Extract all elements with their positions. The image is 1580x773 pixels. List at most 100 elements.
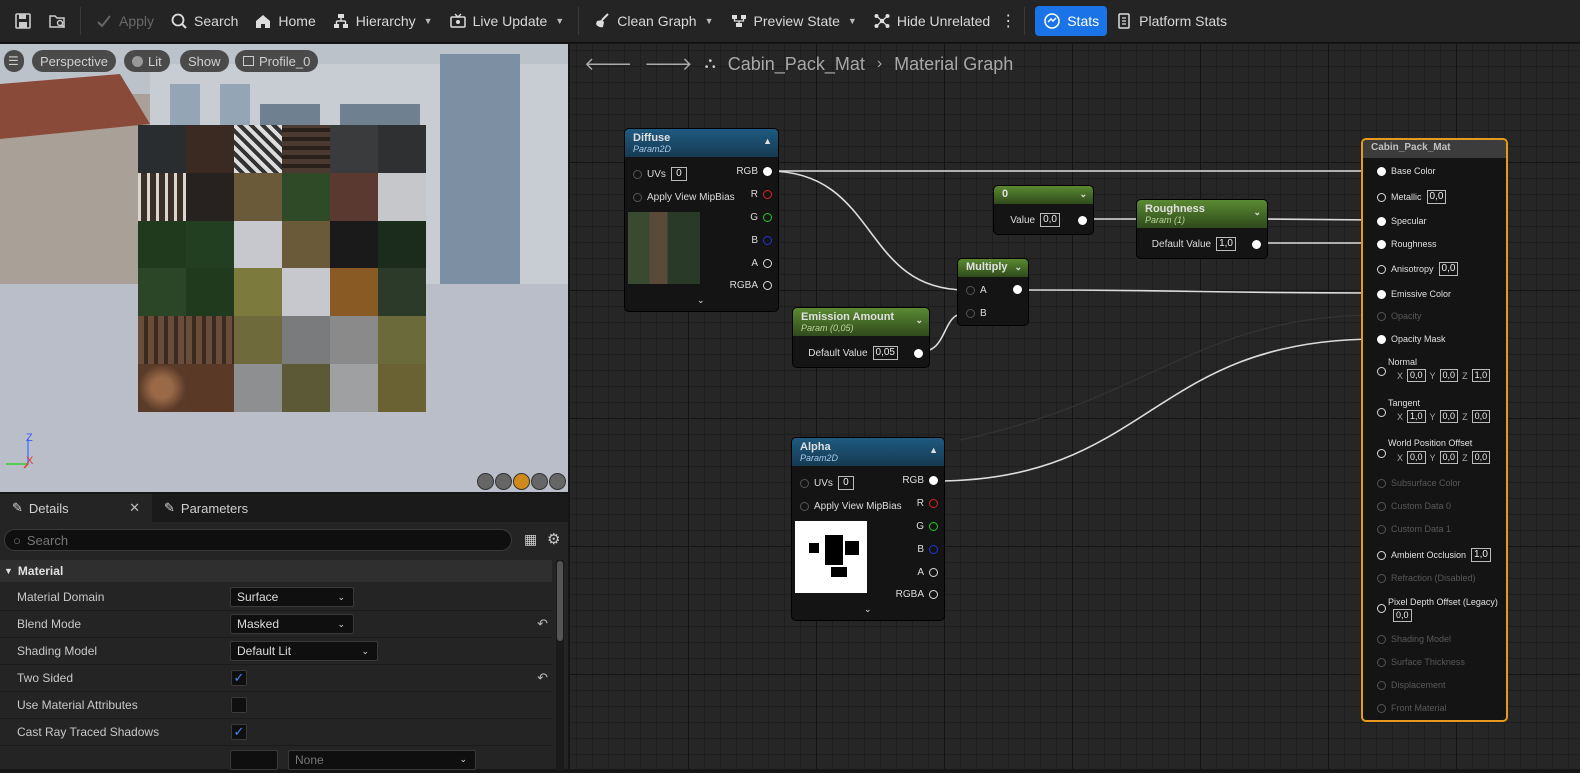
table-view-icon[interactable]: ▦ <box>524 531 537 548</box>
expand-chevron-icon[interactable]: ⌄ <box>864 604 872 615</box>
shading-model-dropdown[interactable]: Default Lit ⌄ <box>230 641 378 661</box>
collapse-chevron-icon[interactable]: ⌄ <box>1079 189 1087 200</box>
viewport-menu-button[interactable]: ☰ <box>4 50 24 72</box>
partial-field[interactable] <box>230 749 278 770</box>
normal-x[interactable]: 0,0 <box>1407 369 1426 382</box>
ambient-occlusion-pin[interactable]: Ambient Occlusion 1,0 <box>1377 548 1491 562</box>
roughness-param-node[interactable]: Roughness Param (1) ⌄ Default Value 1,0 <box>1137 200 1267 258</box>
diffuse-texture-node[interactable]: Diffuse Param2D ▲ UVs 0 Apply View MipBias … <box>625 129 778 311</box>
gear-icon[interactable]: ⚙ <box>547 530 560 548</box>
multiply-output-pin[interactable] <box>1013 285 1022 294</box>
collapse-chevron-icon[interactable]: ▲ <box>929 445 938 455</box>
profile-button[interactable]: Profile_0 <box>235 50 319 72</box>
forward-arrow-icon[interactable]: 🡒 <box>644 54 692 75</box>
reset-arrow-icon[interactable]: ↶ <box>537 670 548 686</box>
rgba-output-pin[interactable]: RGBA <box>730 280 772 291</box>
metallic-value[interactable]: 0,0 <box>1426 190 1447 204</box>
specular-pin[interactable]: Specular <box>1377 216 1427 226</box>
material-result-node[interactable]: Cabin_Pack_Mat Base Color Metallic 0,0 Sp… <box>1361 138 1508 722</box>
rgb-output-pin[interactable]: RGB <box>902 475 938 486</box>
emission-amount-param-node[interactable]: Emission Amount Param (0,05) ⌄ Default Val… <box>793 308 929 367</box>
more-options-button[interactable]: ⋮ <box>998 6 1018 36</box>
cube-preview-icon[interactable] <box>531 473 548 490</box>
normal-y[interactable]: 0,0 <box>1439 369 1459 382</box>
tangent-pin-icon[interactable] <box>1377 408 1386 417</box>
live-update-button[interactable]: Live Update ▼ <box>441 6 573 36</box>
normal-z[interactable]: 1,0 <box>1471 369 1491 382</box>
world-position-offset-pin[interactable]: World Position Offset <box>1377 438 1472 448</box>
roughness-pin[interactable]: Roughness <box>1377 239 1437 249</box>
g-output-pin[interactable]: G <box>750 212 772 223</box>
scrollbar-thumb[interactable] <box>557 561 563 641</box>
default-value-output-pin[interactable]: Default Value 1,0 <box>1152 237 1261 251</box>
default-value-field[interactable]: 0,05 <box>872 346 898 360</box>
pixel-depth-offset-pin-icon[interactable] <box>1377 604 1386 613</box>
constant-node[interactable]: 0 ⌄ Value 0,0 <box>994 186 1093 234</box>
value-output-pin[interactable]: Value 0,0 <box>1010 213 1087 227</box>
alpha-texture-node[interactable]: Alpha Param2D ▲ UVs 0 Apply View MipBias RG… <box>792 438 944 620</box>
a-output-pin[interactable]: A <box>917 567 938 578</box>
uvs-input-pin[interactable]: UVs 0 <box>800 476 854 490</box>
save-button[interactable] <box>6 6 40 36</box>
mipbias-input-pin[interactable]: Apply View MipBias <box>633 192 735 203</box>
tangent-pin[interactable]: Tangent <box>1377 398 1420 408</box>
emissive-color-pin[interactable]: Emissive Color <box>1377 289 1451 299</box>
blend-mode-dropdown[interactable]: Masked ⌄ <box>230 614 354 634</box>
material-category-header[interactable]: ▼ Material <box>0 560 552 582</box>
wpo-z[interactable]: 0,0 <box>1471 451 1491 464</box>
hierarchy-button[interactable]: Hierarchy ▼ <box>324 6 441 36</box>
base-color-pin[interactable]: Base Color <box>1377 166 1436 176</box>
lit-button[interactable]: Lit <box>124 50 170 72</box>
partial-dropdown[interactable]: None ⌄ <box>288 749 476 770</box>
r-output-pin[interactable]: R <box>917 498 938 509</box>
breadcrumb-asset[interactable]: Cabin_Pack_Mat <box>728 54 865 75</box>
rgb-output-pin[interactable]: RGB <box>736 166 772 177</box>
perspective-button[interactable]: Perspective <box>32 50 116 72</box>
b-output-pin[interactable]: B <box>751 235 772 246</box>
apply-button[interactable]: Apply <box>87 6 162 36</box>
details-search-input[interactable]: ○ Search <box>4 529 512 551</box>
platform-stats-button[interactable]: Platform Stats <box>1107 6 1235 36</box>
preview-viewport[interactable]: ☰ Perspective Lit Show Profile_0 Z X <box>0 44 568 492</box>
teapot-preview-icon[interactable] <box>549 473 566 490</box>
ambient-occlusion-value[interactable]: 1,0 <box>1471 548 1491 562</box>
hide-unrelated-button[interactable]: Hide Unrelated <box>865 6 998 36</box>
r-output-pin[interactable]: R <box>751 189 772 200</box>
cylinder-preview-icon[interactable] <box>477 473 494 490</box>
mipbias-input-pin[interactable]: Apply View MipBias <box>800 501 902 512</box>
wpo-x[interactable]: 0,0 <box>1407 451 1426 464</box>
default-value-output-pin[interactable]: Default Value 0,05 <box>808 346 923 360</box>
normal-pin[interactable]: Normal <box>1377 357 1417 367</box>
tangent-z[interactable]: 0,0 <box>1471 410 1491 423</box>
search-button[interactable]: Search <box>162 6 246 36</box>
collapse-chevron-icon[interactable]: ▲ <box>763 136 772 146</box>
b-input-pin[interactable]: B <box>966 308 987 319</box>
expand-chevron-icon[interactable]: ⌄ <box>697 295 705 306</box>
opacity-mask-pin[interactable]: Opacity Mask <box>1377 334 1446 344</box>
world-position-offset-pin-icon[interactable] <box>1377 449 1386 458</box>
pixel-depth-offset-pin[interactable]: Pixel Depth Offset (Legacy) <box>1377 597 1498 607</box>
two-sided-checkbox[interactable]: ✓ <box>231 670 247 686</box>
show-button[interactable]: Show <box>180 50 229 72</box>
reset-arrow-icon[interactable]: ↶ <box>537 616 548 632</box>
g-output-pin[interactable]: G <box>916 521 938 532</box>
breadcrumb-graph[interactable]: Material Graph <box>894 54 1013 75</box>
value-field[interactable]: 0,0 <box>1040 213 1060 227</box>
anisotropy-value[interactable]: 0,0 <box>1438 262 1459 276</box>
tab-details[interactable]: ✎ Details ✕ <box>0 494 152 522</box>
tangent-y[interactable]: 0,0 <box>1439 410 1459 423</box>
details-scrollbar[interactable] <box>556 560 564 770</box>
normal-pin-icon[interactable] <box>1377 367 1386 376</box>
sphere-preview-icon[interactable] <box>495 473 512 490</box>
stats-button[interactable]: Stats <box>1035 6 1108 36</box>
multiply-node[interactable]: Multiply ⌄ A B <box>958 259 1028 325</box>
close-icon[interactable]: ✕ <box>129 500 140 516</box>
browse-button[interactable] <box>40 6 74 36</box>
uvs-value[interactable]: 0 <box>837 476 854 490</box>
clean-graph-button[interactable]: Clean Graph ▼ <box>585 6 721 36</box>
tangent-x[interactable]: 1,0 <box>1407 410 1426 423</box>
anisotropy-pin[interactable]: Anisotropy 0,0 <box>1377 262 1459 276</box>
collapse-chevron-icon[interactable]: ⌄ <box>915 315 923 326</box>
rgba-output-pin[interactable]: RGBA <box>896 589 938 600</box>
home-button[interactable]: Home <box>246 6 323 36</box>
